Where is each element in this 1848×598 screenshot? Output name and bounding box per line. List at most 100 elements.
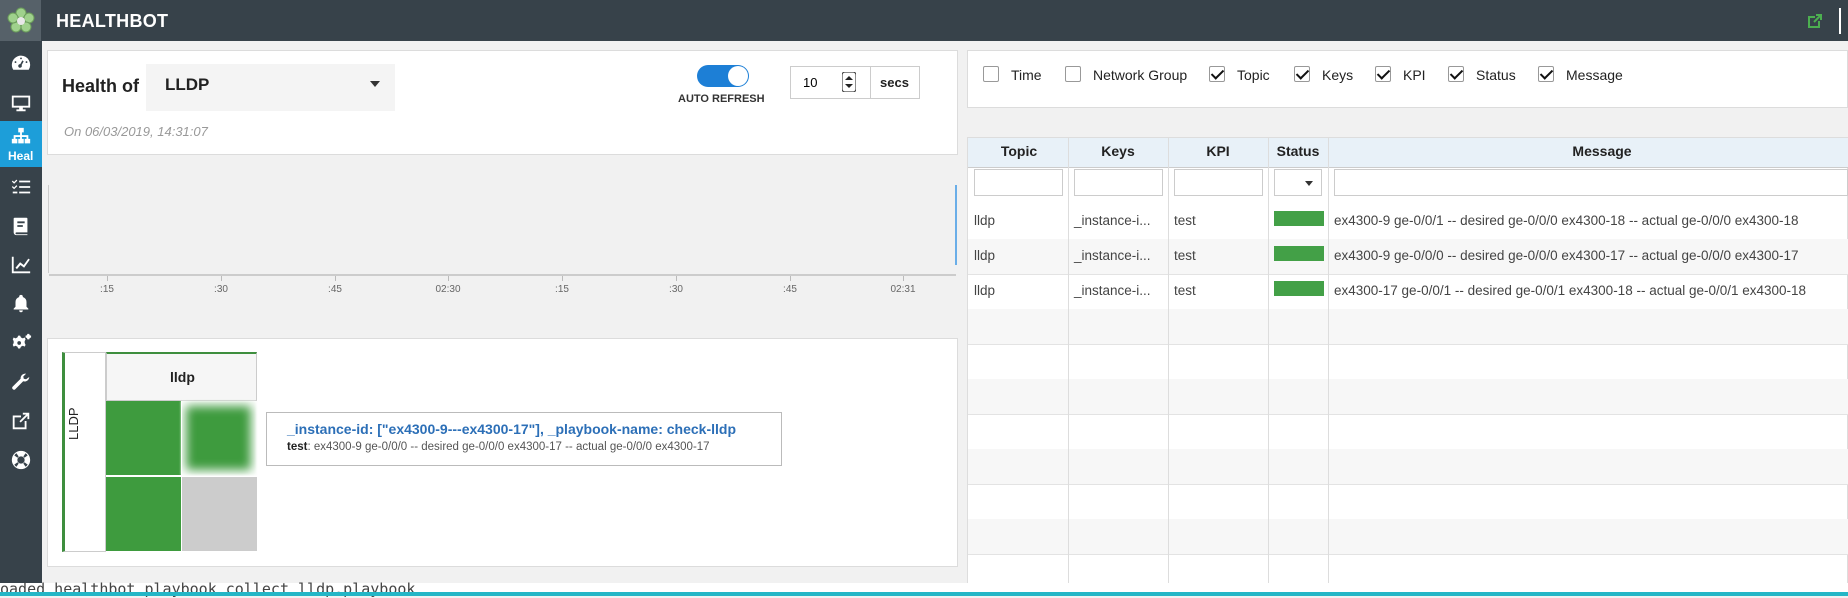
column-header-kpi[interactable]: KPI [1206,143,1229,159]
status-filter-select[interactable] [1274,169,1322,196]
nav-book[interactable] [0,204,42,248]
refresh-interval-input[interactable] [791,67,871,98]
timeline[interactable] [47,162,958,316]
heatmap-cell[interactable] [181,401,256,475]
filter-label[interactable]: Message [1566,67,1623,83]
topic-select-value: LLDP [165,75,210,94]
cell-keys: _instance-i... [1074,213,1151,228]
filter-label[interactable]: KPI [1403,67,1426,83]
nav-configuration[interactable] [0,321,42,365]
timeline-tick-mark [562,276,563,281]
nav-tools[interactable] [0,360,42,404]
bottom-accent-bar [0,592,1848,596]
table-header [968,138,1848,168]
timeline-tick-mark [221,276,222,281]
cell-message: ex4300-9 ge-0/0/0 -- desired ge-0/0/0 ex… [1334,248,1799,263]
filter-checkbox-keys[interactable] [1294,66,1310,82]
column-filter-input[interactable] [1174,169,1263,196]
nav-help[interactable] [0,438,42,482]
list-icon [11,179,31,194]
nav-dashboard[interactable] [0,41,42,85]
timeline-tick-label: :30 [214,284,228,295]
cell-topic: lldp [974,283,996,298]
column-header-topic[interactable]: Topic [1001,143,1037,159]
heatmap-cell[interactable] [106,401,181,475]
column-filter-input[interactable] [1074,169,1163,196]
filter-checkbox-kpi[interactable] [1375,66,1391,82]
column-header-keys[interactable]: Keys [1101,143,1134,159]
timeline-tick-label: :15 [100,284,114,295]
nav-alerts[interactable] [0,282,42,326]
filter-label[interactable]: Network Group [1093,67,1187,83]
dashboard-icon [11,55,31,70]
timeline-tick-label: :15 [555,284,569,295]
external-link-icon [12,412,30,430]
interval-divider [870,66,871,99]
nav-external[interactable] [0,399,42,443]
health-icon [11,127,31,144]
timeline-tick-label: 02:30 [435,284,461,295]
app-title: HEALTHBOT [56,11,169,31]
filter-checkbox-message[interactable] [1538,66,1554,82]
cell-message: ex4300-17 ge-0/0/1 -- desired ge-0/0/1 e… [1334,283,1807,298]
status-indicator [1274,246,1324,261]
nav-list[interactable] [0,165,42,209]
heatmap-cell[interactable] [106,476,181,551]
heatmap-row-header [62,352,106,552]
cell-kpi: test [1174,283,1196,298]
filter-label[interactable]: Time [1011,67,1042,83]
nav-health-label: Heal [8,149,34,163]
gears-icon [12,333,32,349]
heatmap-column-label: lldp [170,369,195,385]
filter-label[interactable]: Status [1476,67,1516,83]
cell-kpi: test [1174,213,1196,228]
timeline-tick-mark [107,276,108,281]
nav-charts[interactable] [0,243,42,287]
tooltip-message: : ex4300-9 ge-0/0/0 -- desired ge-0/0/0 … [307,441,710,453]
column-divider [1068,138,1069,590]
status-indicator [1274,211,1324,226]
column-header-message[interactable]: Message [1572,143,1631,159]
timeline-tick-mark [335,276,336,281]
table-row [968,344,1848,380]
filter-checkbox-status[interactable] [1448,66,1464,82]
table-row [968,309,1848,345]
table-row [968,379,1848,415]
column-filter-input[interactable] [974,169,1063,196]
healthbot-logo[interactable] [0,0,41,41]
column-filter-input[interactable] [1334,169,1848,196]
filter-label[interactable]: Topic [1237,67,1270,83]
filter-label[interactable]: Keys [1322,67,1353,83]
filter-checkbox-topic[interactable] [1209,66,1225,82]
column-header-status[interactable]: Status [1277,143,1320,159]
column-divider [1168,138,1169,590]
timeline-cursor[interactable] [955,185,957,265]
nav-devices[interactable] [0,81,42,125]
spinner-icon[interactable] [842,72,856,92]
book-icon [13,217,28,236]
topbar-divider [1839,8,1841,34]
cell-topic: lldp [974,248,996,263]
wrench-icon [12,373,30,390]
filter-checkbox-network-group[interactable] [1065,66,1081,82]
timeline-tick-mark [903,276,904,281]
health-of-label: Health of [62,76,140,96]
tooltip-title: _instance-id: ["ex4300-9---ex4300-17"], … [287,421,736,437]
timeline-tick-mark [448,276,449,281]
filter-checkbox-time[interactable] [983,66,999,82]
table-row [968,414,1848,450]
timeline-left-border [48,185,49,273]
heatmap-cell[interactable] [181,476,257,551]
table-row [968,449,1848,485]
lifebuoy-icon [11,450,31,470]
timeline-tick-label: :45 [328,284,342,295]
status-indicator [1274,281,1324,296]
chart-icon [11,256,31,274]
external-link-icon[interactable] [1806,12,1824,30]
cell-topic: lldp [974,213,996,228]
bell-icon [13,294,29,313]
nav-health[interactable]: Heal [0,121,42,167]
caret-down-icon[interactable] [370,81,380,87]
sidebar: Heal [0,41,42,596]
tooltip-kpi: test [287,441,308,453]
